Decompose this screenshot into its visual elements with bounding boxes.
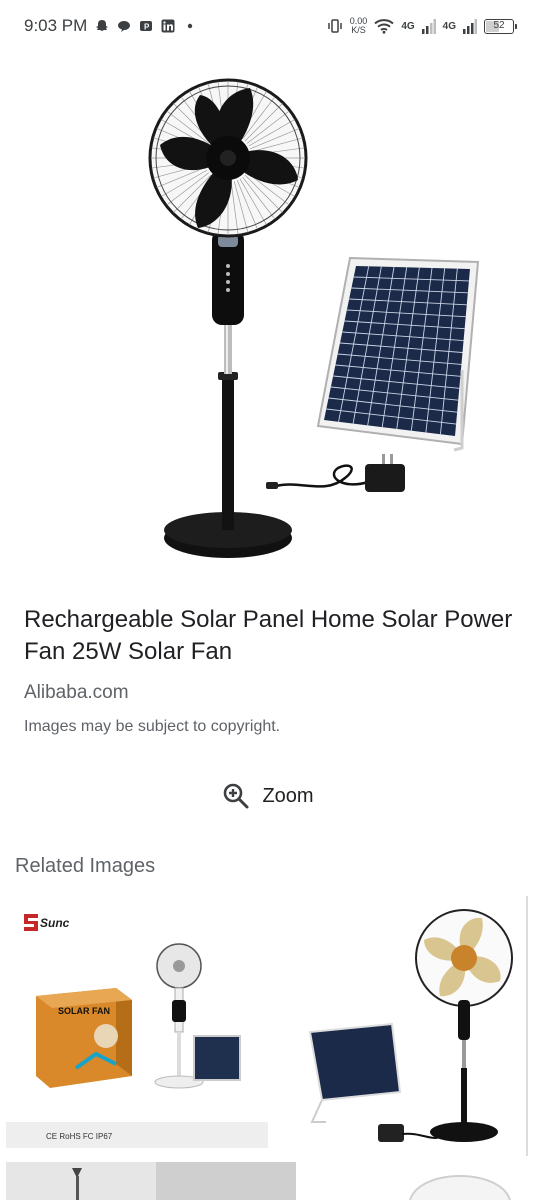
- wifi-icon: [374, 19, 394, 34]
- solar-panel: [316, 256, 480, 452]
- signal-icon-2: [463, 19, 477, 34]
- product-box: SOLAR FAN: [36, 988, 132, 1088]
- svg-text:CE RoHS FC IP67: CE RoHS FC IP67: [46, 1132, 113, 1141]
- hero-image[interactable]: [110, 70, 510, 570]
- status-bar: 9:03 PM P 0.00 K/S 4G 4G 52: [0, 0, 536, 52]
- sim1-network: 4G: [401, 20, 415, 32]
- signal-icon-1: [421, 19, 436, 34]
- net-speed-unit: K/S: [351, 25, 366, 35]
- result-title[interactable]: Rechargeable Solar Panel Home Solar Powe…: [24, 604, 514, 668]
- result-source[interactable]: Alibaba.com: [24, 682, 129, 704]
- svg-text:P: P: [144, 23, 150, 32]
- net-speed: 0.00 K/S: [350, 17, 368, 35]
- related-image-2[interactable]: [282, 896, 528, 1156]
- vibrate-icon: [328, 19, 342, 33]
- related-image-4-art: [409, 1175, 511, 1200]
- zoom-label: Zoom: [262, 784, 314, 807]
- powerpoint-icon: P: [140, 21, 153, 32]
- linkedin-icon: [161, 19, 175, 33]
- svg-text:SOLAR FAN: SOLAR FAN: [58, 1006, 110, 1016]
- battery-level: 52: [493, 19, 505, 31]
- related-image-1[interactable]: Sunc SOLAR FAN CE RoHS FC IP67: [6, 896, 268, 1151]
- gold-fan: [415, 909, 513, 1142]
- solar-panel-2: [308, 1022, 402, 1123]
- battery-icon: 52: [484, 18, 517, 34]
- status-left: 9:03 PM P: [24, 16, 197, 36]
- chat-bubble-icon: [118, 21, 131, 32]
- copyright-notice: Images may be subject to copyright.: [24, 718, 281, 735]
- related-image-4[interactable]: [350, 1162, 536, 1200]
- zoom-in-icon: [224, 783, 249, 809]
- status-right: 0.00 K/S 4G 4G 52: [327, 17, 517, 35]
- related-image-3[interactable]: [6, 1162, 296, 1200]
- sim2-network: 4G: [442, 20, 456, 32]
- snapchat-icon: [96, 20, 109, 31]
- related-image-3-art: [6, 1162, 296, 1200]
- zoom-button[interactable]: Zoom: [0, 782, 536, 810]
- more-dot-icon: [188, 23, 193, 29]
- related-image-1-art: Sunc SOLAR FAN CE RoHS FC IP67: [6, 914, 268, 1148]
- related-images-title: Related Images: [15, 855, 156, 877]
- clock: 9:03 PM: [24, 16, 88, 35]
- brand-logo: Sunc: [24, 914, 70, 931]
- charger-cable: [266, 454, 405, 492]
- standing-fan: [148, 78, 308, 558]
- svg-text:Sunc: Sunc: [40, 916, 70, 930]
- related-image-2-art: [308, 896, 528, 1156]
- mini-panel: [193, 1035, 241, 1081]
